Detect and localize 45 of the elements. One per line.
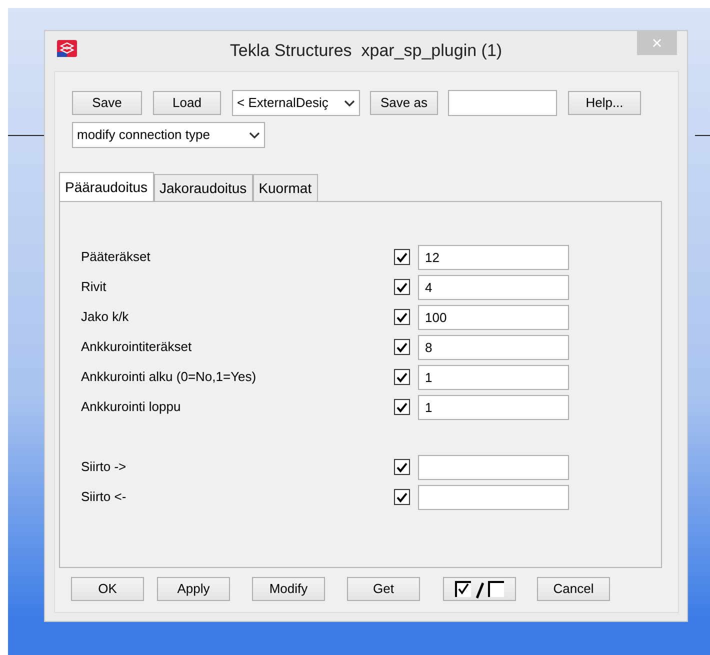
caret-icon [249, 132, 260, 138]
checkbox[interactable] [394, 459, 410, 475]
checkbox[interactable] [394, 309, 410, 325]
tab[interactable]: Kuormat [252, 174, 318, 201]
value-field[interactable]: 8 [418, 334, 569, 360]
save-as-button[interactable]: Save as [370, 91, 438, 115]
field-label: Pääteräkset [81, 248, 152, 266]
field-label: Jako k/k [81, 308, 130, 326]
value-field[interactable]: 4 [418, 274, 569, 300]
mode-dropdown[interactable]: modify connection type [72, 122, 265, 148]
tab[interactable]: Jakoraudoitus [154, 174, 253, 201]
checkbox[interactable] [394, 249, 410, 265]
checkbox[interactable] [394, 369, 410, 385]
field-label: Ankkurointi alku (0=No,1=Yes) [81, 368, 258, 386]
preset-dropdown[interactable]: < ExternalDesiç [232, 90, 360, 116]
load-button[interactable]: Load [153, 91, 221, 115]
checkbox[interactable] [394, 489, 410, 505]
dialog-button[interactable]: Get [347, 577, 420, 601]
save-button[interactable]: Save [72, 91, 142, 115]
name-field[interactable] [448, 90, 557, 116]
toggle-all-button[interactable] [443, 577, 516, 601]
value-field[interactable]: 12 [418, 244, 569, 270]
value-field[interactable]: 1 [418, 364, 569, 390]
checkbox[interactable] [394, 399, 410, 415]
dialog-button[interactable]: Modify [252, 577, 325, 601]
value-field[interactable]: 1 [418, 394, 569, 420]
field-label: Ankkurointiteräkset [81, 338, 193, 356]
help-button[interactable]: Help... [568, 91, 641, 115]
checkbox[interactable] [394, 339, 410, 355]
value-field[interactable]: 100 [418, 304, 569, 330]
window-title: Tekla Structures xpar_sp_plugin (1) [230, 40, 502, 62]
value-field[interactable] [418, 484, 569, 510]
tab[interactable]: Pääraudoitus [59, 172, 154, 201]
value-field[interactable] [418, 454, 569, 480]
field-label: Ankkurointi loppu [81, 398, 182, 416]
caret-icon [344, 100, 355, 106]
check-uncheck-icon [454, 580, 504, 599]
dialog-button[interactable]: Cancel [537, 577, 610, 601]
checkbox[interactable] [394, 279, 410, 295]
dialog-button[interactable]: Apply [157, 577, 230, 601]
app-icon [56, 39, 78, 59]
field-label: Siirto -> [81, 458, 128, 476]
field-label: Rivit [81, 278, 108, 296]
dialog-button[interactable]: OK [71, 577, 144, 601]
field-label: Siirto <- [81, 488, 128, 506]
